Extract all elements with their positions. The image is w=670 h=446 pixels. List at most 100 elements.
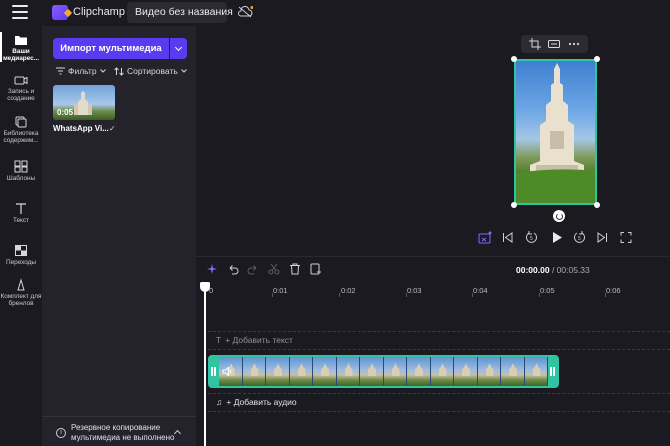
top-bar: Clipchamp Видео без названия — [0, 0, 670, 26]
tick-label: 0:06 — [606, 286, 621, 295]
skip-forward-icon[interactable] — [597, 231, 608, 244]
resize-handle-bottom-right[interactable] — [594, 202, 600, 208]
resize-handle-bottom-left[interactable] — [511, 202, 517, 208]
clipchamp-editor: Clipchamp Видео без названия Ваши медиар… — [0, 0, 670, 446]
clip-trim-handle-right[interactable] — [550, 367, 552, 376]
nav-label: Ваши медиарес... — [2, 48, 40, 62]
clip-trim-handle-left[interactable] — [211, 367, 213, 376]
preview-area: 5 5 — [196, 26, 670, 256]
video-preview[interactable] — [514, 59, 597, 205]
tick-label: 0:02 — [341, 286, 356, 295]
nav-label: Шаблоны — [6, 175, 36, 182]
total-time: / 00:05.33 — [551, 265, 590, 275]
nav-brand-kit[interactable]: Комплект для бренлов — [0, 278, 42, 307]
backup-notice[interactable]: i Резервное копирование мультимедиа не в… — [42, 416, 196, 446]
ruler-tick — [272, 293, 273, 297]
project-title[interactable]: Видео без названия — [127, 2, 233, 23]
play-icon[interactable] — [550, 231, 564, 244]
ai-camera-icon[interactable] — [478, 231, 492, 244]
fit-icon[interactable] — [548, 38, 560, 50]
redo-icon[interactable] — [247, 263, 259, 275]
speaker-icon[interactable] — [222, 366, 233, 377]
resize-handle-top-left[interactable] — [511, 56, 517, 62]
delete-trash-icon[interactable] — [289, 263, 301, 275]
rewind-5-icon[interactable]: 5 — [525, 231, 538, 244]
forward-5-icon[interactable]: 5 — [573, 231, 586, 244]
clip-frame — [454, 357, 478, 386]
svg-text:5: 5 — [530, 236, 533, 242]
media-panel: Импорт мультимедиа Фильтр Сортировать 0:… — [42, 26, 196, 446]
playhead[interactable] — [200, 282, 210, 446]
added-check-icon: ✓ — [109, 124, 116, 133]
clip-frame — [266, 357, 290, 386]
nav-your-media[interactable]: Ваши медиарес... — [0, 34, 42, 62]
clip-frame — [501, 357, 525, 386]
ruler-tick — [539, 293, 540, 297]
time-ruler[interactable]: 0 0:01 0:02 0:03 0:04 0:05 0:06 — [206, 284, 670, 298]
nav-templates[interactable]: Шаблоны — [0, 160, 42, 182]
clip-frame — [383, 357, 407, 386]
sort-label: Сортировать — [127, 66, 178, 76]
fullscreen-icon[interactable] — [620, 231, 632, 244]
folder-icon — [15, 36, 27, 45]
clip-frame — [430, 357, 454, 386]
current-time: 00:00.00 — [516, 265, 550, 275]
ruler-tick — [406, 293, 407, 297]
track-divider — [208, 411, 670, 412]
resize-handle-top-right[interactable] — [594, 56, 600, 62]
camera-icon — [14, 76, 28, 85]
clipchamp-logo — [52, 5, 68, 20]
nav-label: Запись и создание — [7, 88, 35, 102]
nav-transitions[interactable]: Переходы — [0, 244, 42, 266]
music-note-icon: ♫ — [216, 397, 223, 407]
sort-button[interactable]: Сортировать — [114, 66, 187, 76]
backup-notice-text: Резервное копирование мультимедиа не вып… — [71, 423, 175, 442]
cloud-off-icon[interactable] — [237, 6, 253, 18]
add-audio-label: + Добавить аудио — [226, 397, 297, 407]
tick-label: 0:04 — [473, 286, 488, 295]
rotate-icon[interactable] — [553, 210, 565, 222]
clip-frame — [477, 357, 501, 386]
nav-label: Переходы — [6, 259, 36, 266]
undo-icon[interactable] — [227, 263, 239, 275]
split-scissors-icon[interactable] — [268, 263, 280, 275]
nav-label: Библиотека содержим... — [3, 130, 39, 144]
clip-frame — [360, 357, 384, 386]
timeline: 00:00.00 / 00:05.33 0 0:01 0:02 0:03 0:0… — [196, 256, 670, 446]
info-icon: i — [56, 428, 66, 438]
import-dropdown-chevron-icon[interactable] — [170, 38, 187, 59]
add-media-icon[interactable] — [310, 263, 322, 275]
track-divider — [208, 393, 670, 394]
add-text-track[interactable]: T + Добавить текст — [216, 335, 293, 345]
crop-icon[interactable] — [529, 38, 541, 50]
skip-back-icon[interactable] — [502, 231, 513, 244]
transitions-icon — [15, 245, 27, 256]
templates-icon — [14, 160, 28, 173]
hamburger-menu-icon[interactable] — [12, 5, 28, 19]
timeline-toolbar: 00:00.00 / 00:05.33 — [196, 257, 670, 281]
nav-text[interactable]: Текст — [0, 202, 42, 224]
track-divider — [208, 349, 670, 350]
nav-content-library[interactable]: Библиотека содержим... — [0, 116, 42, 144]
media-thumbnail[interactable]: 0:05 — [53, 85, 115, 120]
chevron-down-icon — [180, 69, 187, 73]
add-text-label: + Добавить текст — [225, 335, 293, 345]
add-audio-track[interactable]: ♫ + Добавить аудио — [216, 397, 297, 407]
clip-frame — [289, 357, 313, 386]
left-navigation-rail: Ваши медиарес... Запись и создание Библи… — [0, 26, 42, 446]
media-filename: WhatsApp Vi... — [53, 124, 109, 133]
svg-text:5: 5 — [578, 236, 581, 242]
sort-icon — [114, 66, 124, 76]
video-clip[interactable] — [208, 355, 559, 388]
more-icon[interactable] — [568, 38, 580, 50]
clip-frame — [407, 357, 431, 386]
ruler-tick — [339, 293, 340, 297]
import-media-button[interactable]: Импорт мультимедиа — [53, 38, 169, 59]
ruler-tick — [472, 293, 473, 297]
filter-label: Фильтр — [68, 66, 97, 76]
text-icon — [16, 203, 26, 214]
playback-controls: 5 5 — [196, 228, 670, 246]
magic-sparkle-icon[interactable] — [206, 263, 218, 275]
nav-record-create[interactable]: Запись и создание — [0, 74, 42, 102]
filter-button[interactable]: Фильтр — [56, 66, 106, 76]
